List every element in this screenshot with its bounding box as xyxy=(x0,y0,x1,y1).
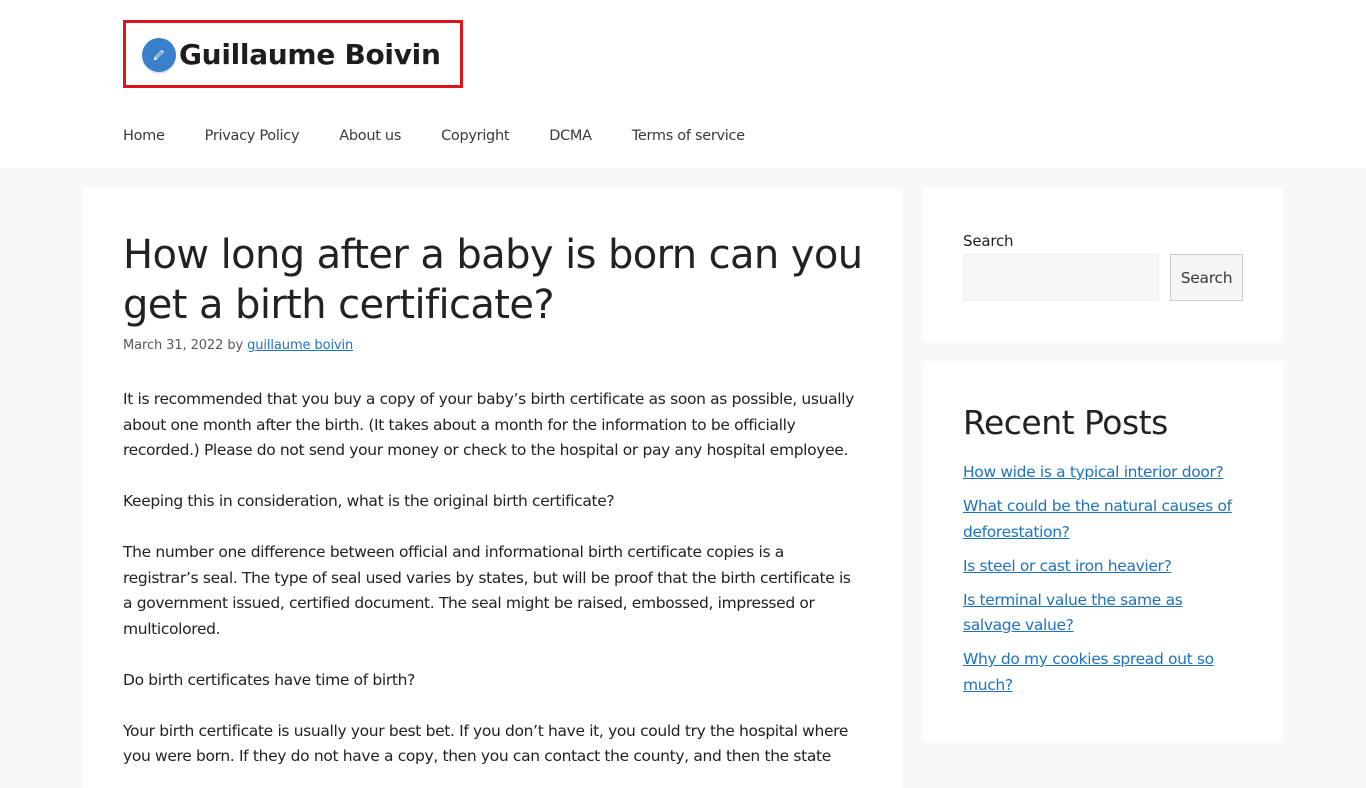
nav-item-copyright[interactable]: Copyright xyxy=(441,128,509,144)
recent-posts-widget: Recent Posts How wide is a typical inter… xyxy=(923,361,1283,741)
article-by: by xyxy=(227,338,244,353)
recent-post-link[interactable]: Why do my cookies spread out so much? xyxy=(963,650,1214,694)
nav-item-about-us[interactable]: About us xyxy=(339,128,401,144)
site-header: Guillaume Boivin Home Privacy Policy Abo… xyxy=(0,0,1366,168)
recent-post-item: Is steel or cast iron heavier? xyxy=(963,554,1243,580)
nav-item-home[interactable]: Home xyxy=(123,128,165,144)
article-paragraph: Do birth certificates have time of birth… xyxy=(123,670,415,689)
article-author-link[interactable]: guillaume boivin xyxy=(247,338,353,353)
nav-item-terms-of-service[interactable]: Terms of service xyxy=(632,128,745,144)
site-title[interactable]: Guillaume Boivin xyxy=(179,38,441,71)
recent-post-item: What could be the natural causes of defo… xyxy=(963,494,1243,545)
search-button[interactable]: Search xyxy=(1170,254,1243,301)
recent-post-item: How wide is a typical interior door? xyxy=(963,460,1243,486)
article-body: It is recommended that you buy a copy of… xyxy=(123,387,863,770)
recent-posts-title: Recent Posts xyxy=(963,403,1168,442)
search-input[interactable] xyxy=(963,254,1159,301)
pencil-icon[interactable] xyxy=(142,38,176,72)
search-label: Search xyxy=(963,232,1014,250)
article-container: How long after a baby is born can you ge… xyxy=(83,188,903,788)
site-branding[interactable]: Guillaume Boivin xyxy=(123,20,463,88)
search-widget: Search Search xyxy=(923,188,1283,341)
article-meta: March 31, 2022 by guillaume boivin xyxy=(123,338,863,353)
article-paragraph: Your birth certificate is usually your b… xyxy=(123,721,849,766)
article-date: March 31, 2022 xyxy=(123,338,224,353)
recent-post-link[interactable]: Is terminal value the same as salvage va… xyxy=(963,591,1183,635)
recent-post-item: Is terminal value the same as salvage va… xyxy=(963,588,1243,639)
article-paragraph: It is recommended that you buy a copy of… xyxy=(123,390,854,459)
article-paragraph: Keeping this in consideration, what is t… xyxy=(123,492,615,510)
recent-post-link[interactable]: What could be the natural causes of defo… xyxy=(963,497,1232,541)
recent-post-link[interactable]: Is steel or cast iron heavier? xyxy=(963,557,1172,575)
nav-item-privacy-policy[interactable]: Privacy Policy xyxy=(205,128,300,144)
article-title: How long after a baby is born can you ge… xyxy=(123,232,863,328)
recent-posts-list: How wide is a typical interior door? Wha… xyxy=(963,460,1243,698)
recent-post-link[interactable]: How wide is a typical interior door? xyxy=(963,463,1224,481)
article-paragraph: The number one difference between offici… xyxy=(123,543,851,638)
recent-post-item: Why do my cookies spread out so much? xyxy=(963,647,1243,698)
main-navigation: Home Privacy Policy About us Copyright D… xyxy=(123,128,785,144)
nav-item-dcma[interactable]: DCMA xyxy=(549,128,592,144)
